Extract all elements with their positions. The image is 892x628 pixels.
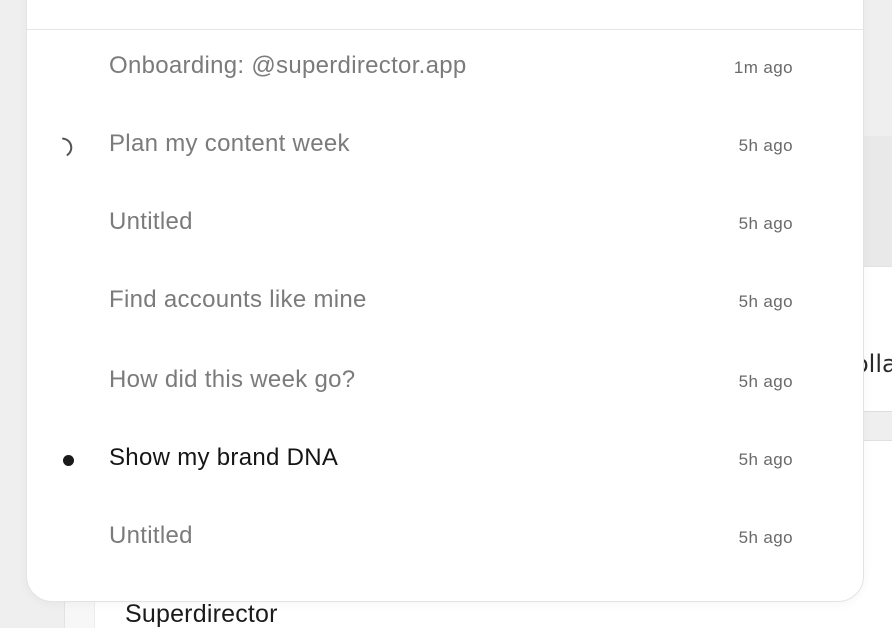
conversation-timestamp: 5h ago: [738, 372, 793, 391]
conversation-item[interactable]: Untitled 5h ago: [27, 500, 865, 578]
conversation-title: Show my brand DNA: [109, 444, 339, 471]
app-window: olla Superdirector Onboarding: @superdir…: [0, 0, 892, 628]
conversation-title: Find accounts like mine: [109, 286, 367, 313]
conversation-title: Untitled: [109, 208, 193, 235]
conversation-timestamp: 5h ago: [738, 292, 793, 311]
conversation-title: Plan my content week: [109, 130, 350, 157]
dot-icon: [63, 455, 74, 466]
active-dot-icon: [57, 448, 81, 472]
conversation-indicator: [57, 526, 81, 550]
conversation-item[interactable]: Plan my content week 5h ago: [27, 108, 865, 186]
conversation-indicator: [57, 290, 81, 314]
conversation-item[interactable]: Untitled 5h ago: [27, 186, 865, 264]
conversation-item[interactable]: How did this week go? 5h ago: [27, 344, 865, 422]
conversation-timestamp: 5h ago: [738, 214, 793, 233]
conversation-indicator: [57, 212, 81, 236]
loading-spinner-icon: [57, 134, 81, 158]
conversation-item[interactable]: Onboarding: @superdirector.app 1m ago: [27, 30, 865, 108]
conversation-title: How did this week go?: [109, 366, 356, 393]
conversation-item[interactable]: Find accounts like mine 5h ago: [27, 264, 865, 342]
conversation-timestamp: 5h ago: [738, 450, 793, 469]
conversation-title: Untitled: [109, 522, 193, 549]
conversation-timestamp: 5h ago: [738, 136, 793, 155]
conversation-history-dropdown: Onboarding: @superdirector.app 1m ago Pl…: [26, 0, 864, 602]
conversation-timestamp: 5h ago: [738, 528, 793, 547]
conversation-timestamp: 1m ago: [733, 58, 793, 77]
conversation-item-active[interactable]: Show my brand DNA 5h ago: [27, 422, 865, 500]
conversation-indicator: [57, 370, 81, 394]
brand-name: Superdirector: [125, 600, 278, 628]
conversation-title: Onboarding: @superdirector.app: [109, 52, 467, 79]
conversation-indicator: [57, 56, 81, 80]
